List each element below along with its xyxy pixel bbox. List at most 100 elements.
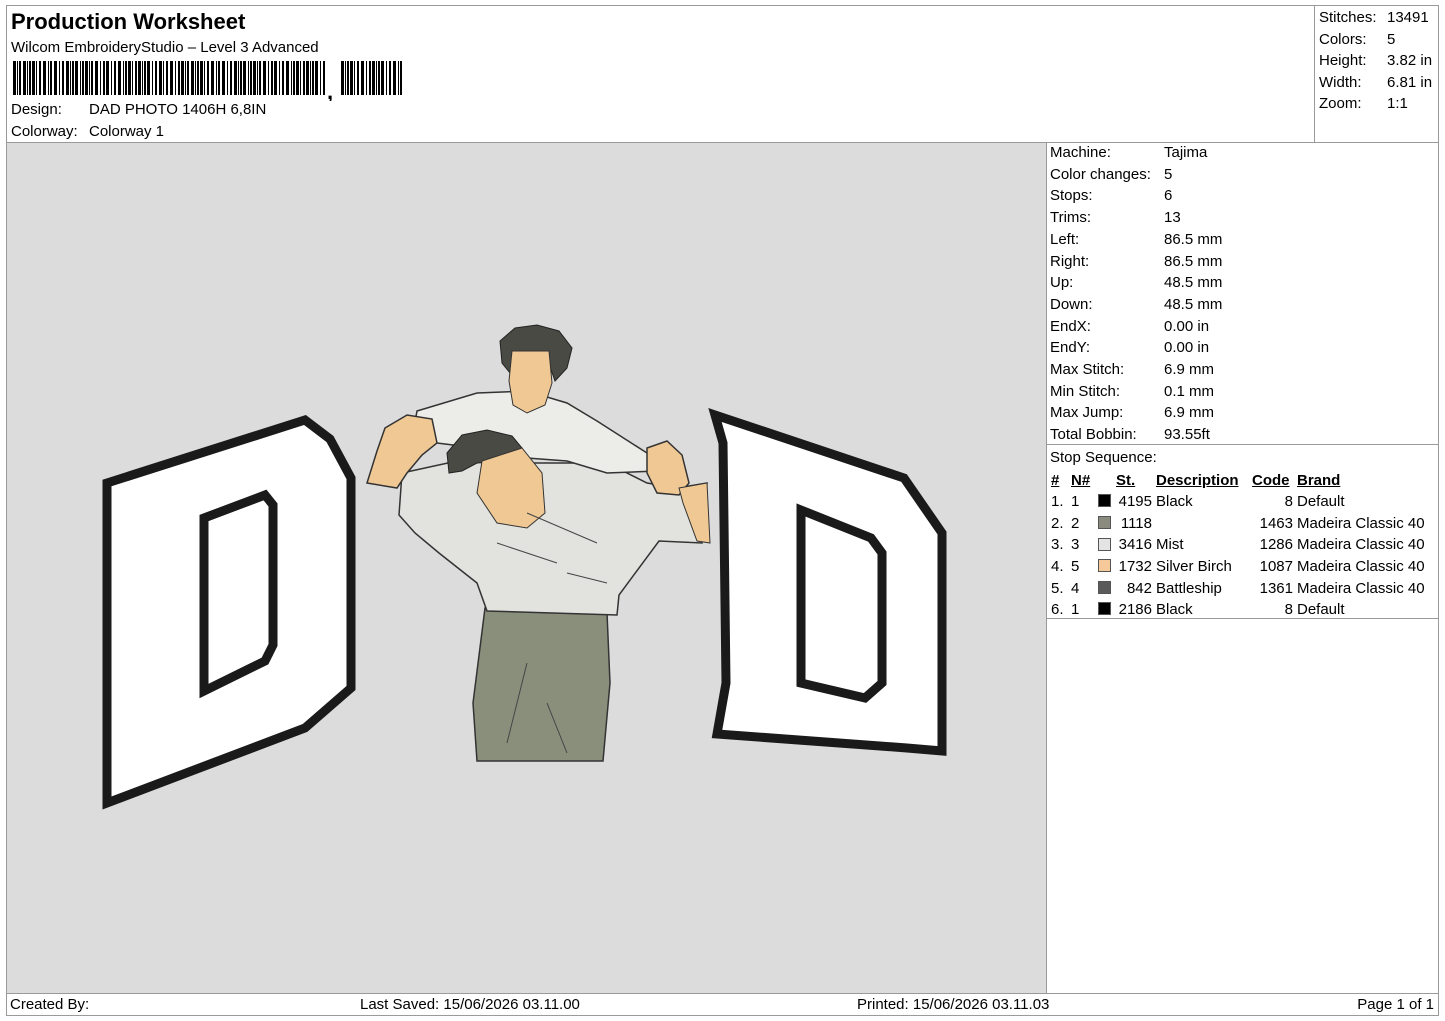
letter-d-left-counter — [199, 489, 278, 699]
barcode-bar — [341, 61, 344, 95]
barcode-bar — [248, 61, 249, 95]
barcode-bar — [386, 61, 387, 95]
barcode-bar — [211, 61, 214, 95]
row-code: 1361 — [1259, 579, 1293, 597]
row-num: 2. — [1051, 514, 1064, 532]
summary-row: Stitches: 13491 — [1319, 9, 1429, 26]
barcode-bar — [381, 61, 384, 95]
row-code: 1087 — [1259, 558, 1293, 576]
row-num: 4. — [1051, 558, 1064, 576]
machine-row: Trims: 13 — [1050, 209, 1181, 227]
machine-row: Total Bobbin: 93.55ft — [1050, 426, 1210, 444]
barcode-bar — [166, 61, 168, 95]
stop-sequence-panel: Stop Sequence: # N# St. Description Code… — [1046, 444, 1439, 619]
barcode-bar — [17, 61, 18, 95]
row-code: 8 — [1284, 493, 1293, 511]
letter-d-right — [708, 408, 947, 756]
row-needle: 4 — [1071, 579, 1080, 597]
barcode-bar — [372, 61, 375, 95]
table-row: 2. 2 1118 1463 Madeira Classic 40 — [1049, 513, 1435, 535]
barcode-bar — [138, 61, 141, 95]
machine-row: Stops: 6 — [1050, 187, 1173, 205]
row-description: Battleship — [1156, 579, 1222, 597]
barcode-bar — [39, 61, 41, 95]
row-description — [1154, 513, 1250, 535]
barcode-bar — [19, 61, 21, 95]
barcode-bar — [181, 61, 184, 95]
barcode-bar — [187, 61, 189, 95]
barcode-bar — [296, 61, 299, 95]
barcode-bar — [378, 61, 380, 95]
col-swatch — [1096, 470, 1114, 491]
row-brand: Default — [1297, 493, 1345, 511]
barcode-bar — [320, 61, 321, 95]
row-brand: Madeira Classic 40 — [1297, 558, 1425, 576]
barcode-bar — [303, 61, 305, 95]
barcode-bar — [306, 61, 309, 95]
barcode-bar — [250, 61, 252, 95]
barcode-bar — [279, 61, 280, 95]
barcode-bar — [366, 61, 367, 95]
barcode-bar — [361, 61, 364, 95]
barcode-bar — [106, 61, 109, 95]
barcode-bar — [200, 61, 203, 95]
row-code: 1286 — [1259, 536, 1293, 554]
barcode-bar — [238, 61, 239, 95]
barcode-bar — [147, 61, 150, 95]
design-label: Design: — [11, 101, 62, 118]
barcode-bar — [286, 61, 289, 95]
colorway-row: Colorway: Colorway 1 — [11, 123, 164, 140]
barcode-bar — [178, 61, 180, 95]
barcode-bar — [85, 61, 88, 95]
barcode-bar — [43, 61, 46, 95]
barcode-bar — [350, 61, 353, 95]
barcode-bar — [357, 61, 359, 95]
machine-row: Down: 48.5 mm — [1050, 295, 1223, 313]
row-swatch — [1096, 577, 1114, 599]
table-row: 4. 5 1732 Silver Birch 1087 Madeira Classic 4… — [1049, 556, 1435, 578]
barcode-bar — [227, 61, 228, 95]
row-num: 1. — [1051, 493, 1064, 511]
barcode-bar — [89, 61, 90, 95]
barcode-bar — [75, 61, 78, 95]
colorway-value: Colorway 1 — [89, 123, 165, 140]
row-brand: Madeira Classic 40 — [1297, 536, 1425, 554]
machine-row: Max Stitch: 6.9 mm — [1050, 361, 1215, 378]
barcode-bar — [13, 61, 16, 95]
summary-row: Zoom: 1:1 — [1319, 95, 1408, 112]
color-swatch — [1098, 494, 1111, 508]
row-swatch — [1096, 556, 1114, 578]
row-stitches: 3416 — [1118, 536, 1152, 554]
blank-panel — [1046, 618, 1439, 994]
machine-row: EndY: 0.00 in — [1050, 339, 1210, 357]
barcode-bar — [240, 61, 242, 95]
embroidery-design — [102, 324, 947, 810]
barcode-bar — [312, 61, 314, 95]
col-code: Code — [1252, 472, 1290, 489]
barcode-bar — [82, 61, 84, 95]
barcode-bar — [369, 61, 371, 95]
row-description: Mist — [1156, 536, 1184, 554]
barcode-bar — [100, 61, 101, 95]
barcode-bar — [347, 61, 349, 95]
barcode-bar — [152, 61, 153, 95]
row-swatch — [1096, 534, 1114, 556]
barcode-bar — [259, 61, 261, 95]
barcode-bar — [118, 61, 121, 95]
summary-row: Height: 3.82 in — [1319, 52, 1433, 69]
barcode-bar — [191, 61, 194, 95]
barcode-bar — [398, 61, 399, 95]
table-row: 3. 3 3416 Mist 1286 Madeira Classic 40 — [1049, 534, 1435, 556]
barcode-bar — [234, 61, 237, 95]
barcode-bar — [36, 61, 37, 95]
barcode-bar — [32, 61, 35, 95]
row-needle: 3 — [1071, 536, 1080, 554]
col-description: Description — [1156, 472, 1239, 489]
barcode-bar — [59, 61, 60, 95]
row-stitches: 1732 — [1118, 558, 1152, 576]
row-num: 5. — [1051, 579, 1064, 597]
design-preview — [6, 142, 1047, 994]
color-swatch — [1098, 537, 1111, 551]
summary-panel: Stitches: 13491 Colors: 5 Height: 3.82 in W… — [1314, 5, 1439, 143]
barcode-bar — [27, 61, 28, 95]
